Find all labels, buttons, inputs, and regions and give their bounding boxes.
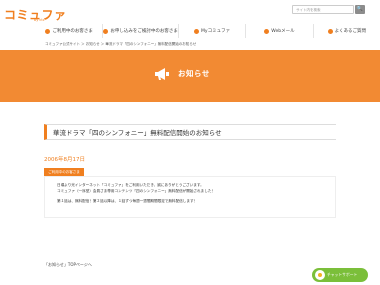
person-icon bbox=[45, 28, 51, 34]
nav-item-label: ご利用中のお客さま bbox=[52, 29, 93, 34]
nav-item-webmail[interactable]: Webメール bbox=[245, 24, 312, 38]
nav-item-label: お申し込みをご検討中のお客さま bbox=[110, 29, 178, 34]
question-icon bbox=[327, 28, 333, 34]
my-icon bbox=[194, 28, 200, 34]
chat-support-icon bbox=[315, 270, 325, 280]
page-title: お知らせ bbox=[178, 69, 210, 78]
nav-item-my-commufa[interactable]: Myコミュファ bbox=[177, 24, 245, 38]
news-top-link[interactable]: 「お知らせ」TOPページへ bbox=[44, 262, 92, 268]
logo-subtext: by ctc bbox=[34, 18, 45, 22]
category-badge: ご利用中のお客さま bbox=[44, 168, 84, 176]
nav-item-current-customers[interactable]: ご利用中のお客さま bbox=[36, 24, 102, 38]
site-search-input[interactable]: サイト内を検索 bbox=[292, 5, 354, 14]
commufa-logo[interactable]: コミュファ by ctc bbox=[4, 6, 67, 23]
article-date: 2006年8月17日 bbox=[44, 157, 85, 163]
house-icon bbox=[103, 28, 109, 34]
nav-item-prospective-customers[interactable]: お申し込みをご検討中のお客さま bbox=[102, 24, 178, 38]
search-icon: 🔍 bbox=[356, 6, 364, 12]
article-body: 日頃より光インターネット「コミュファ」をご利用いただき、誠にありがとうございます… bbox=[44, 176, 336, 218]
breadcrumb[interactable]: コミュファ公式サイト ＞ お知らせ ＞ 華流ドラマ「四のシンフォニー」無料配信開… bbox=[45, 42, 196, 47]
nav-item-faq[interactable]: よくあるご質問 bbox=[312, 24, 380, 38]
page-banner: お知らせ bbox=[0, 50, 380, 102]
article-title: 華流ドラマ「四のシンフォニー」無料配信開始のお知らせ bbox=[44, 124, 336, 140]
nav-item-label: Webメール bbox=[271, 29, 295, 34]
chat-support-label: チャットサポート bbox=[327, 272, 358, 277]
mail-icon bbox=[264, 28, 270, 34]
main-nav: ご利用中のお客さま お申し込みをご検討中のお客さま Myコミュファ Webメール… bbox=[36, 24, 380, 38]
body-line: 第１話は、無料配信！第２話以降は、１話ずつ毎週一週間期間限定で無料配信します！ bbox=[57, 199, 198, 203]
nav-item-label: よくあるご質問 bbox=[334, 29, 367, 34]
nav-item-label: Myコミュファ bbox=[201, 29, 231, 34]
chat-support-button[interactable]: チャットサポート bbox=[312, 268, 368, 282]
search-button[interactable]: 🔍 bbox=[355, 5, 365, 14]
megaphone-icon bbox=[155, 68, 169, 80]
